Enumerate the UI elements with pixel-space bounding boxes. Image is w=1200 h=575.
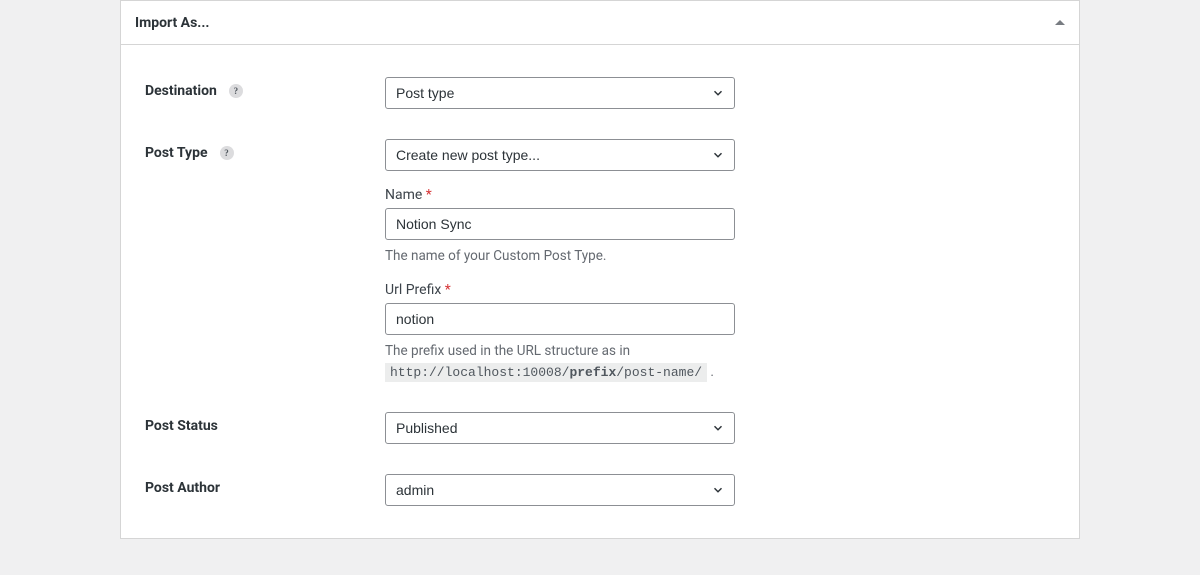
url-post: /post-name/	[616, 365, 702, 380]
help-icon[interactable]: ?	[229, 84, 243, 98]
post-author-row: Post Author admin	[145, 474, 1055, 506]
panel-title: Import As...	[135, 15, 1055, 31]
required-marker: *	[445, 282, 451, 298]
name-label-text: Name	[385, 187, 422, 203]
collapse-up-icon	[1055, 20, 1065, 25]
import-as-panel: Import As... Destination ? Post type	[120, 0, 1080, 539]
url-prefix-desc-prefix: The prefix used in the URL structure as …	[385, 343, 630, 359]
url-prefix-input[interactable]	[385, 303, 735, 335]
name-subfield: Name * The name of your Custom Post Type…	[385, 187, 735, 266]
post-author-select[interactable]: admin	[385, 474, 735, 506]
panel-header[interactable]: Import As...	[121, 1, 1079, 45]
url-bold: prefix	[569, 365, 616, 380]
post-status-row: Post Status Published	[145, 412, 1055, 444]
url-prefix-subfield: Url Prefix * The prefix used in the URL …	[385, 282, 735, 382]
name-input[interactable]	[385, 208, 735, 240]
name-field-label: Name *	[385, 187, 735, 203]
post-type-label: Post Type	[145, 145, 208, 161]
panel-body: Destination ? Post type Po	[121, 45, 1079, 538]
post-author-label: Post Author	[145, 480, 220, 496]
destination-row: Destination ? Post type	[145, 77, 1055, 109]
url-example-code: http://localhost:10008/prefix/post-name/	[385, 363, 707, 382]
url-pre: http://localhost:10008/	[390, 365, 569, 380]
post-type-select[interactable]: Create new post type...	[385, 139, 735, 171]
post-type-row: Post Type ? Create new post type...	[145, 139, 1055, 382]
url-prefix-label-text: Url Prefix	[385, 282, 441, 298]
url-prefix-description: The prefix used in the URL structure as …	[385, 341, 735, 382]
post-status-label: Post Status	[145, 418, 218, 434]
name-description: The name of your Custom Post Type.	[385, 246, 735, 266]
url-prefix-field-label: Url Prefix *	[385, 282, 735, 298]
post-status-select[interactable]: Published	[385, 412, 735, 444]
help-icon[interactable]: ?	[220, 146, 234, 160]
destination-select[interactable]: Post type	[385, 77, 735, 109]
required-marker: *	[426, 187, 432, 203]
destination-label: Destination	[145, 83, 217, 99]
